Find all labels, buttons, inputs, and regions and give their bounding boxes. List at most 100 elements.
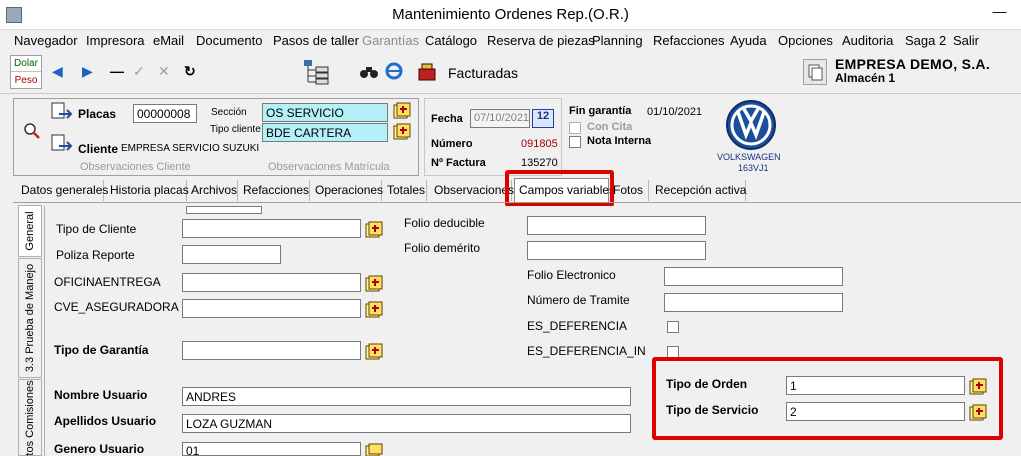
numero-tramite-field[interactable] [664,293,843,312]
scrolled-field[interactable] [186,206,262,214]
x-icon: ✕ [158,63,170,79]
menu-ayuda[interactable]: Ayuda [730,33,767,48]
menu-saga2[interactable]: Saga 2 [905,33,946,48]
tipo-cliente-field[interactable]: BDE CARTERA [262,123,388,142]
menu-refacciones[interactable]: Refacciones [653,33,725,48]
tipo-cliente-picker-icon[interactable] [393,123,411,141]
warehouse-name: Almacén 1 [835,71,896,85]
tab-archivos[interactable]: Archivos [187,180,238,201]
obs-cliente-button[interactable]: Observaciones Cliente [80,161,191,173]
vtab-comisiones-label: tos Comisiones [24,379,36,456]
minimize-button[interactable]: — [978,0,1021,26]
menu-salir[interactable]: Salir [953,33,979,48]
menu-navegador[interactable]: Navegador [14,33,78,48]
vtab-comisiones[interactable]: tos Comisiones [18,379,42,456]
browser-icon[interactable] [385,62,403,80]
tab-historia-placas[interactable]: Historia placas [104,180,189,201]
oficina-field[interactable] [182,273,361,292]
menu-pasos-taller[interactable]: Pasos de taller [273,33,359,48]
arrow-right-icon[interactable]: ▶ [82,64,93,78]
currency-toggle[interactable]: Dolar Peso [10,55,42,89]
menu-planning[interactable]: Planning [592,33,643,48]
garantia-picker-icon[interactable] [365,343,383,361]
tree-structure-icon[interactable] [302,58,332,86]
garantia-field[interactable] [182,341,361,360]
obs-matricula-button[interactable]: Observaciones Matrícula [268,161,390,173]
menu-documento[interactable]: Documento [196,33,262,48]
status-text: Facturadas [448,65,519,81]
tab-refacciones[interactable]: Refacciones [238,180,310,201]
folio-electronico-label: Folio Electronico [527,268,616,282]
menu-opciones[interactable]: Opciones [778,33,833,48]
vtab-prueba-manejo[interactable]: 3.3 Prueba de Manejo [18,258,42,378]
fin-garantia-label: Fin garantía [569,105,632,117]
factura-label: Nº Factura [431,157,486,169]
cve-picker-icon[interactable] [365,301,383,319]
documents-icon[interactable] [803,59,827,85]
client-refresh-icon[interactable] [51,134,73,154]
vtab-prueba-manejo-label: 3.3 Prueba de Manejo [24,263,36,373]
tab-operaciones[interactable]: Operaciones [310,180,383,201]
es-deferencia-checkbox[interactable] [667,321,679,333]
placas-label: Placas [78,107,117,121]
calendar-button[interactable]: 12 [532,109,554,128]
window-title: Mantenimiento Ordenes Rep.(O.R.) [392,6,629,23]
minus-icon[interactable]: — [110,64,124,78]
vtab-general-label: General [24,211,36,251]
factura-value: 135270 [521,157,558,169]
tab-recepcion-activa[interactable]: Recepción activa [649,180,746,201]
binoculars-icon[interactable] [360,65,378,79]
nombre-field[interactable]: ANDRES [182,387,631,406]
tab-datos-generales[interactable]: Datos generales [13,180,108,201]
tab-totales[interactable]: Totales [382,180,427,201]
currency-dolar[interactable]: Dolar [11,56,41,72]
brand-code: 163VJ1 [738,163,769,173]
vtab-general[interactable]: General [18,205,42,257]
cve-field[interactable] [182,299,361,318]
folio-demerito-label: Folio demérito [404,241,481,255]
vertical-tab-bar: General 3.3 Prueba de Manejo tos Comisio… [18,205,44,456]
vehicle-client-panel: Placas 00000008 Sección OS SERVICIO Tipo… [13,98,419,176]
tipo-cliente-var-picker-icon[interactable] [365,221,383,239]
apellidos-label: Apellidos Usuario [54,414,157,428]
folio-deducible-label: Folio deducible [404,216,485,230]
seccion-picker-icon[interactable] [393,102,411,120]
cve-label: CVE_ASEGURADORA [54,300,179,314]
folio-demerito-field[interactable] [527,241,706,260]
genero-picker-icon[interactable] [365,443,383,456]
brand-name: VOLKSWAGEN [717,152,781,162]
cash-register-icon[interactable] [417,62,437,82]
poliza-field[interactable] [182,245,281,264]
plate-refresh-icon[interactable] [51,102,73,122]
title-bar: Mantenimiento Ordenes Rep.(O.R.) — [0,0,1021,30]
menu-impresora[interactable]: Impresora [86,33,145,48]
oficina-picker-icon[interactable] [365,275,383,293]
currency-peso[interactable]: Peso [11,73,41,88]
toolbar: Dolar Peso ◀ ▶ — ✓ ✕ ↻ Facturadas EMPRES… [0,52,1021,94]
nota-interna-checkbox[interactable] [569,136,581,148]
menu-auditoria[interactable]: Auditoria [842,33,893,48]
menu-reserva-piezas[interactable]: Reserva de piezas [487,33,595,48]
menu-bar: Navegador Impresora eMail Documento Paso… [0,30,1021,52]
es-deferencia-in-label: ES_DEFERENCIA_IN [527,344,646,358]
con-cita-checkbox [569,122,581,134]
tab-fotos[interactable]: Fotos [612,180,649,201]
seccion-field[interactable]: OS SERVICIO [262,103,388,122]
genero-field[interactable]: 01 [182,442,361,456]
tipo-cliente-var-label: Tipo de Cliente [56,222,137,236]
garantia-label: Tipo de Garantía [54,343,149,357]
company-name: EMPRESA DEMO, S.A. [835,56,991,72]
folio-deducible-field[interactable] [527,216,706,235]
placas-field[interactable]: 00000008 [133,104,197,123]
tipo-cliente-var-field[interactable] [182,219,361,238]
redo-icon[interactable]: ↻ [184,64,196,78]
seccion-label: Sección [211,107,247,118]
menu-catalogo[interactable]: Catálogo [425,33,477,48]
cliente-label: Cliente [78,142,119,156]
tab-observaciones[interactable]: Observaciones [427,180,514,201]
folio-electronico-field[interactable] [664,267,843,286]
arrow-left-icon[interactable]: ◀ [52,64,63,78]
zoom-icon[interactable] [24,123,40,139]
menu-email[interactable]: eMail [153,33,184,48]
apellidos-field[interactable]: LOZA GUZMAN [182,414,631,433]
